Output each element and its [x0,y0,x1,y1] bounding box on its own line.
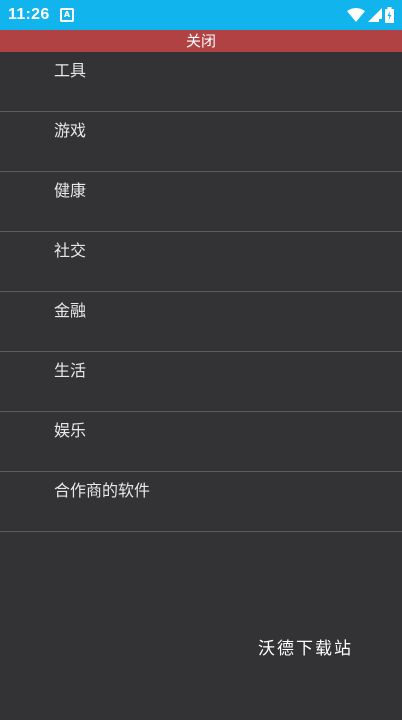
status-time: 11:26 [8,6,50,23]
wifi-icon [347,8,365,22]
menu-item-label: 生活 [54,361,87,380]
menu-item-label: 工具 [54,61,87,80]
menu-item-label: 合作商的软件 [54,481,151,500]
battery-icon [385,7,394,23]
menu-item-label: 社交 [54,241,87,260]
menu-item-partner-apps[interactable]: 合作商的软件 [0,472,402,532]
status-bar: 11:26 A [0,0,402,30]
menu-item-label: 金融 [54,301,87,320]
menu-item-tools[interactable]: 工具 [0,52,402,112]
menu-item-life[interactable]: 生活 [0,352,402,412]
status-icons [347,5,394,25]
menu-item-label: 游戏 [54,121,87,140]
app-notification-icon: A [60,8,74,22]
menu-item-health[interactable]: 健康 [0,172,402,232]
close-button[interactable]: 关闭 [0,30,402,52]
menu-item-finance[interactable]: 金融 [0,292,402,352]
watermark-text: 沃德下载站 [258,639,353,659]
menu-item-games[interactable]: 游戏 [0,112,402,172]
menu-item-label: 娱乐 [54,421,87,440]
menu-item-label: 健康 [54,181,87,200]
menu-item-social[interactable]: 社交 [0,232,402,292]
menu-item-entertainment[interactable]: 娱乐 [0,412,402,472]
category-menu: 工具 游戏 健康 社交 金融 生活 娱乐 合作商的软件 [0,52,402,532]
signal-icon [368,8,382,22]
